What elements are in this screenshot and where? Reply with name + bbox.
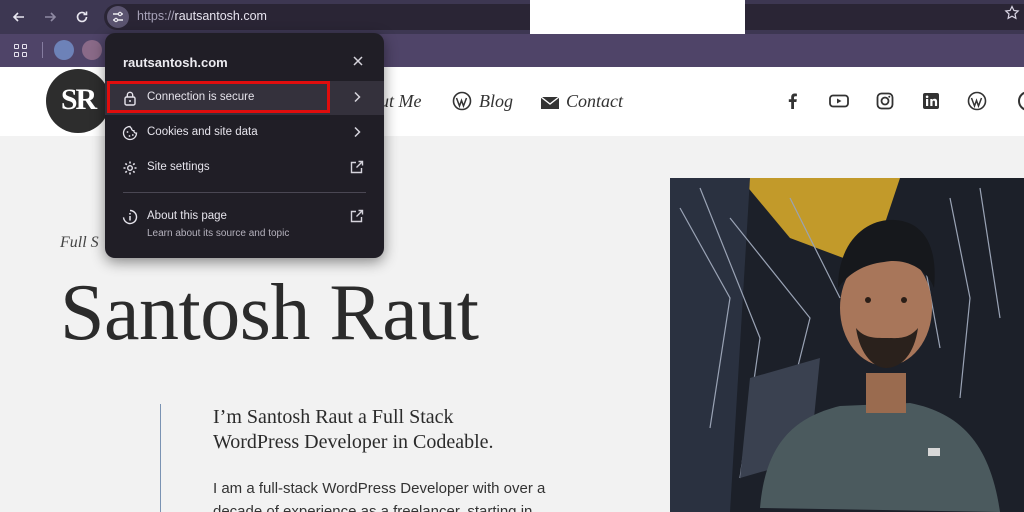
- reload-icon: [76, 11, 88, 23]
- wordpress-icon: [452, 91, 472, 111]
- highlight-box: [107, 81, 330, 113]
- url-text[interactable]: https://rautsantosh.com: [137, 9, 267, 23]
- about-this-page-sublabel: Learn about its source and topic: [147, 228, 290, 239]
- intro-body: I am a full-stack WordPress Developer wi…: [213, 480, 546, 512]
- tune-icon: [113, 11, 123, 23]
- arrow-right-icon: [45, 12, 57, 22]
- info-icon: [122, 209, 138, 225]
- url-host: rautsantosh.com: [174, 9, 267, 23]
- site-settings-label: Site settings: [147, 161, 210, 173]
- cookies-site-data-label: Cookies and site data: [147, 126, 258, 138]
- reload-button[interactable]: [69, 4, 95, 30]
- star-icon: [1004, 5, 1020, 20]
- arrow-left-icon: [12, 12, 24, 22]
- popup-title: rautsantosh.com: [123, 55, 228, 70]
- instagram-icon[interactable]: [876, 92, 894, 110]
- cookies-site-data-row[interactable]: Cookies and site data: [105, 116, 384, 150]
- bookmark-star-button[interactable]: [1004, 5, 1020, 26]
- bookmark-favicon[interactable]: [82, 40, 102, 60]
- chevron-right-icon: [354, 126, 361, 138]
- intro-heading: I’m Santosh Raut a Full Stack WordPress …: [213, 406, 494, 453]
- hero-subtitle: Full S: [60, 234, 99, 251]
- quote-bar: [160, 404, 161, 512]
- site-info-popup: rautsantosh.com Connection is secure Coo…: [105, 33, 384, 258]
- back-button[interactable]: [6, 4, 32, 30]
- linkedin-icon[interactable]: [922, 92, 940, 110]
- cookie-icon: [122, 125, 138, 141]
- bookmarks-separator: [42, 42, 43, 58]
- forward-button[interactable]: [37, 4, 63, 30]
- apps-grid-icon[interactable]: [14, 44, 28, 58]
- gear-icon: [123, 161, 137, 175]
- profile-photo: [670, 178, 1024, 512]
- site-info-button[interactable]: [107, 6, 129, 28]
- nav-about[interactable]: ut Me: [380, 91, 421, 112]
- nav-contact[interactable]: Contact: [566, 91, 623, 112]
- nav-blog[interactable]: Blog: [479, 91, 513, 112]
- hero-title: Santosh Raut: [60, 269, 479, 357]
- youtube-icon[interactable]: [829, 92, 849, 110]
- popup-close-button[interactable]: [349, 53, 367, 71]
- external-link-icon: [350, 160, 364, 174]
- facebook-icon[interactable]: [784, 92, 802, 110]
- wordpress-icon[interactable]: [967, 91, 987, 111]
- about-this-page-label: About this page: [147, 210, 227, 222]
- url-scheme: https://: [137, 9, 175, 23]
- redacted-area: [530, 0, 745, 34]
- photo-illustration: [670, 178, 1024, 512]
- bookmark-favicon[interactable]: [54, 40, 74, 60]
- close-icon: [353, 56, 363, 66]
- popup-divider: [123, 192, 366, 193]
- site-settings-row[interactable]: Site settings: [105, 151, 384, 185]
- mail-icon: [540, 96, 560, 109]
- chevron-right-icon: [354, 91, 361, 103]
- logo-text: SR: [60, 83, 97, 116]
- external-link-icon: [350, 209, 364, 223]
- site-logo[interactable]: SR: [46, 69, 110, 133]
